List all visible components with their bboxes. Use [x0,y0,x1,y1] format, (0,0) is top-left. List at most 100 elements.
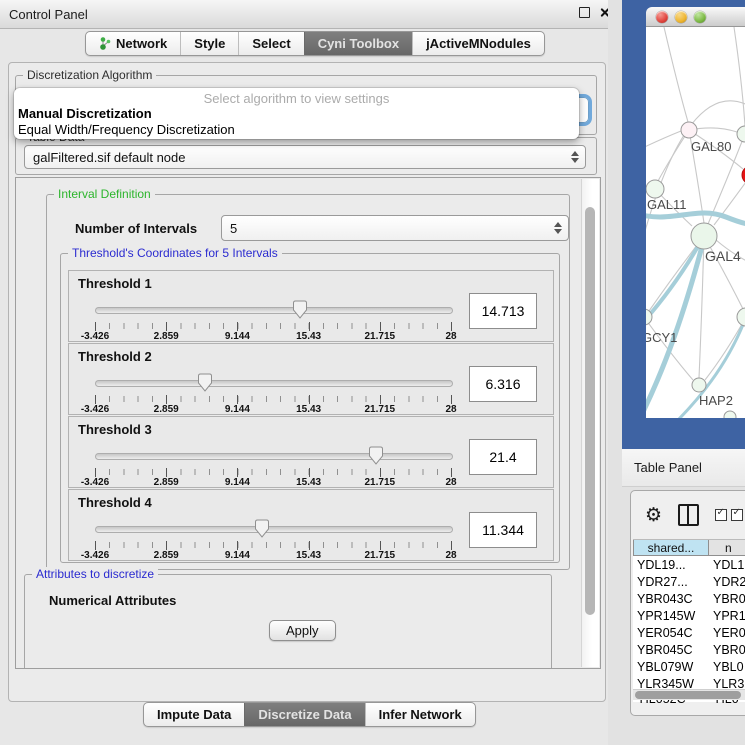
threshold-value-field[interactable]: 14.713 [469,293,537,329]
tab-style[interactable]: Style [180,32,238,55]
node-h-partial[interactable] [737,308,745,326]
column-header-shared-name[interactable]: shared... [633,540,709,556]
table-row[interactable]: YDL19...YDL1 [633,557,745,574]
table-row[interactable]: YBR043CYBR0 [633,591,745,608]
threshold-slider[interactable]: -3.4262.8599.14415.4321.71528 [95,447,451,483]
node-label: GAL11 [647,197,687,212]
settings-scrollpane: Interval Definition Number of Intervals … [15,177,601,669]
dropdown-placeholder-option[interactable]: Select algorithm to view settings [14,91,579,106]
slider-thumb-icon[interactable] [197,373,213,392]
threshold-panel-2: Threshold 2 -3.4262.8599.14415.4321.7152… [68,343,554,415]
gear-icon[interactable]: ⚙ [645,506,662,525]
threshold-value-field[interactable]: 11.344 [469,512,537,548]
dropdown-option-manual[interactable]: Manual Discretization [18,106,152,121]
threshold-panel-4: Threshold 4 -3.4262.8599.14415.4321.7152… [68,489,554,561]
tab-select[interactable]: Select [238,32,303,55]
network-window-titlebar[interactable] [646,7,745,27]
node-label: HAP2 [699,393,733,408]
network-window-frame: GAL80 G C GAL11 GAL4 GCY1 H HAP2 [622,0,745,449]
tab-jactivemnodules[interactable]: jActiveMNodules [412,32,544,55]
scrollbar-thumb[interactable] [635,691,741,699]
threshold-slider[interactable]: -3.4262.8599.14415.4321.71528 [95,374,451,410]
traffic-light-zoom-icon[interactable] [694,11,706,23]
node-gal11[interactable] [646,180,664,198]
traffic-light-close-icon[interactable] [656,11,668,23]
threshold-slider[interactable]: -3.4262.8599.14415.4321.71528 [95,520,451,556]
slider-scale: -3.4262.8599.14415.4321.71528 [95,550,451,562]
slider-ticks [95,469,451,475]
cyni-content-panel: Discretization Algorithm Select algorith… [8,62,606,702]
table-row[interactable]: YDR27...YDR2 [633,574,745,591]
table-row[interactable]: YPR145WYPR1 [633,608,745,625]
node-label: GAL4 [705,248,741,264]
tab-label: Network [116,36,167,51]
slider-thumb-icon[interactable] [254,519,270,538]
threshold-panel-1: Threshold 1 -3.4262.8599.14415.4321.7152… [68,270,554,342]
node-gal4[interactable] [691,223,717,249]
column-header-name[interactable]: n [709,540,745,556]
slider-scale: -3.4262.8599.14415.4321.71528 [95,331,451,343]
threshold-value-field[interactable]: 21.4 [469,439,537,475]
group-title: Discretization Algorithm [23,68,156,82]
control-panel-window: Control Panel Network [0,0,620,745]
algorithm-dropdown-popup: Select algorithm to view settings Manual… [14,88,579,139]
dropdown-option-equal-width[interactable]: Equal Width/Frequency Discretization [18,122,235,137]
interval-definition-group: Interval Definition Number of Intervals … [46,194,570,570]
slider-track[interactable] [95,380,453,387]
table-panel-header[interactable]: Table Panel [622,449,745,487]
right-region: GAL80 G C GAL11 GAL4 GCY1 H HAP2 Table P… [608,0,745,745]
checkbox-icon[interactable] [715,509,727,521]
bottom-tab-bar: Impute Data Discretize Data Infer Networ… [143,702,476,727]
group-title: Attributes to discretize [32,567,158,581]
traffic-light-minimize-icon[interactable] [675,11,687,23]
slider-ticks [95,542,451,548]
scrollbar-thumb[interactable] [585,207,595,615]
settings-scrollbar[interactable] [581,179,599,667]
network-icon [99,36,111,51]
slider-thumb-icon[interactable] [292,300,308,319]
tab-infer-network[interactable]: Infer Network [365,703,475,726]
slider-thumb-icon[interactable] [368,446,384,465]
horizontal-scrollbar[interactable] [633,689,745,700]
table-row[interactable]: YBR045CYBR0 [633,642,745,659]
node-label: GAL80 [691,139,731,154]
top-tab-bar: Network Style Select Cyni Toolbox jActiv… [85,31,545,56]
slider-track[interactable] [95,526,453,533]
stepper-icon [571,151,579,163]
number-of-intervals-combobox[interactable]: 5 [221,215,569,241]
table-panel-card: ⚙ shared... n YDL19...YDL1 YDR27...YDR2 … [630,490,745,716]
number-of-intervals-label: Number of Intervals [75,221,197,236]
numerical-attributes-label: Numerical Attributes [49,593,176,608]
threshold-value-field[interactable]: 6.316 [469,366,537,402]
tab-impute-data[interactable]: Impute Data [144,703,244,726]
apply-button[interactable]: Apply [269,620,336,641]
slider-track[interactable] [95,453,453,460]
slider-ticks [95,396,451,402]
table-data-group: Table Data galFiltered.sif default node [15,137,597,175]
threshold-slider[interactable]: -3.4262.8599.14415.4321.71528 [95,301,451,337]
columns-icon[interactable] [678,504,699,526]
table-data-value: galFiltered.sif default node [33,150,185,165]
node-partial-bottom[interactable] [724,411,736,418]
tab-network[interactable]: Network [86,32,180,55]
control-panel-titlebar[interactable]: Control Panel [0,0,620,29]
threshold-label: Threshold 1 [78,276,152,291]
tab-discretize-data[interactable]: Discretize Data [244,703,364,726]
node-gal80[interactable] [681,122,697,138]
float-window-icon[interactable] [579,7,590,18]
table-row[interactable]: YER054CYER0 [633,625,745,642]
node-partial-g[interactable] [737,126,745,142]
threshold-label: Threshold 4 [78,495,152,510]
slider-scale: -3.4262.8599.14415.4321.71528 [95,404,451,416]
slider-track[interactable] [95,307,453,314]
node-hap2[interactable] [692,378,706,392]
network-canvas[interactable]: GAL80 G C GAL11 GAL4 GCY1 H HAP2 [646,27,745,418]
slider-ticks [95,323,451,329]
table-data-combobox[interactable]: galFiltered.sif default node [24,145,586,169]
table-toolbar: ⚙ [631,491,745,539]
tab-cyni-toolbox[interactable]: Cyni Toolbox [304,32,412,55]
stepper-icon [554,222,562,234]
checkbox-icon[interactable] [731,509,743,521]
table-row[interactable]: YBL079WYBL0 [633,659,745,676]
checkbox-icons[interactable] [715,509,743,521]
